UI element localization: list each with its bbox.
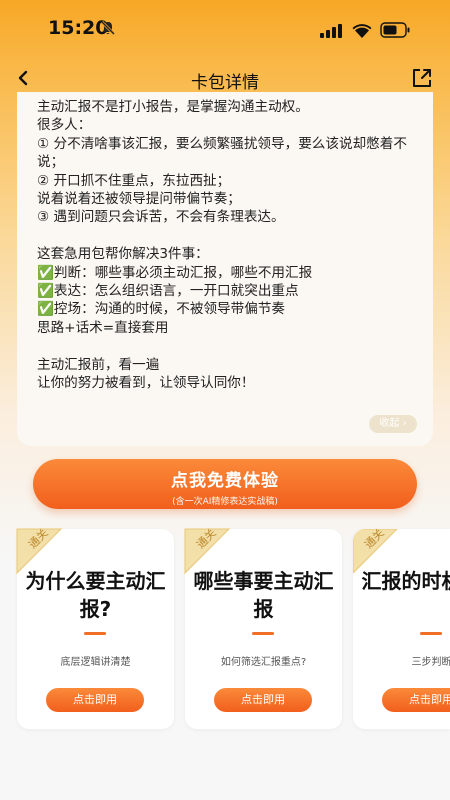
description-card: 主动汇报不是打小报告，是掌握沟通主动权。 很多人： ① 分不清啥事该汇报，要么频… <box>17 92 433 446</box>
card-use-button[interactable]: 点击即用 <box>214 688 312 712</box>
card-item[interactable]: 通关 哪些事要主动汇报 如何筛选汇报重点? 点击即用 <box>184 527 342 729</box>
battery-icon <box>380 22 410 38</box>
card-list: 通关 为什么要主动汇报? 底层逻辑讲清楚 点击即用 通关 哪些事要主动汇报 如何… <box>0 527 450 729</box>
card-subtitle: 底层逻辑讲清楚 <box>60 657 131 668</box>
card-subtitle: 三步判断 <box>411 657 450 668</box>
free-trial-sublabel: (含一次AI精修表达实战稿) <box>172 497 278 507</box>
page-title: 卡包详情 <box>191 73 259 93</box>
card-use-button[interactable]: 点击即用 <box>382 688 450 712</box>
card-title: 为什么要主动汇报? <box>25 569 166 621</box>
status-bar: 15:20 <box>0 0 450 58</box>
wifi-icon <box>352 24 372 38</box>
card-divider <box>420 632 442 635</box>
collapse-button[interactable]: 收起 › <box>369 415 417 433</box>
card-divider <box>252 632 274 635</box>
cellular-signal-icon <box>320 24 342 38</box>
free-trial-button[interactable]: 点我免费体验 (含一次AI精修表达实战稿) <box>33 459 417 509</box>
description-text: 主动汇报不是打小报告，是掌握沟通主动权。 很多人： ① 分不清啥事该汇报，要么频… <box>37 99 407 392</box>
free-trial-label: 点我免费体验 <box>171 471 279 491</box>
card-title: 哪些事要主动汇报 <box>193 569 334 621</box>
bell-muted-icon <box>100 20 116 36</box>
card-item[interactable]: 通关 为什么要主动汇报? 底层逻辑讲清楚 点击即用 <box>16 527 174 729</box>
card-subtitle: 如何筛选汇报重点? <box>220 657 307 668</box>
share-icon[interactable] <box>410 66 434 90</box>
card-title: 汇报的时机选择 <box>361 569 450 593</box>
card-use-button[interactable]: 点击即用 <box>46 688 144 712</box>
card-item[interactable]: 通关 汇报的时机选择 三步判断 点击即用 <box>353 529 450 729</box>
card-divider <box>84 632 106 635</box>
